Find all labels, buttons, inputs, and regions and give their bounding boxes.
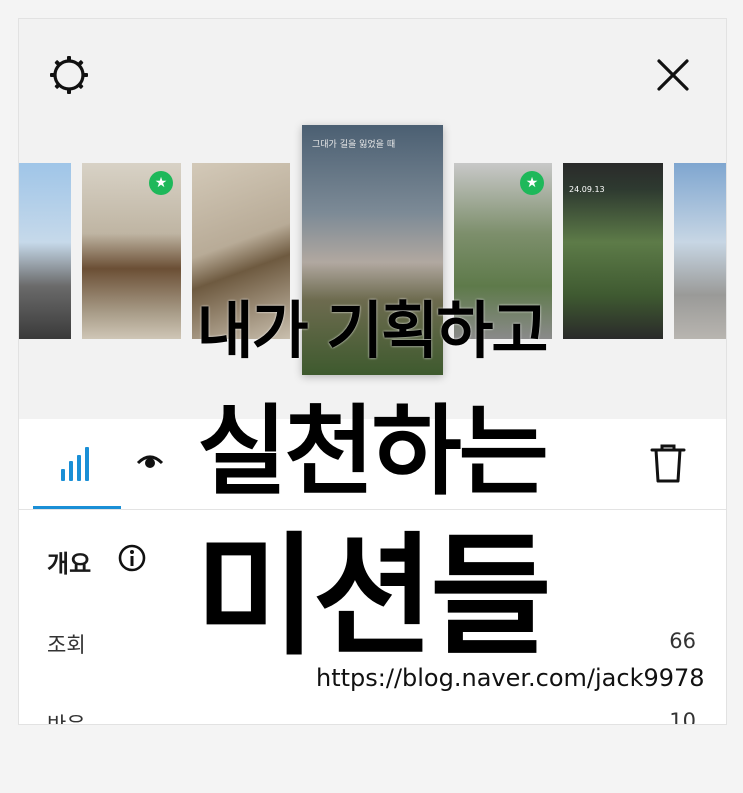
thumbnail-caption: 그대가 길을 잃었을 때 [312, 140, 396, 150]
story-thumbnail-strip[interactable]: ★ 그대가 길을 잃었을 때 ★ 24.09.13 [19, 19, 726, 419]
story-thumbnail-statue[interactable] [19, 163, 71, 339]
reactions-value: 10 [669, 709, 696, 725]
views-label: 조회 [47, 633, 86, 657]
bar-chart-icon[interactable] [57, 441, 97, 485]
overview-title: 개요 [47, 550, 92, 578]
story-thumbnail-pavilion[interactable]: 24.09.13 [563, 163, 663, 339]
insights-panel: 개요 조회 66 반응 10 [19, 419, 726, 724]
story-insights-panel: ★ 그대가 길을 잃었을 때 ★ 24.09.13 개요 조회 66 반응 10 [18, 18, 727, 725]
story-thumbnail-museum[interactable]: ★ [82, 163, 181, 339]
story-thumbnail-swords[interactable] [192, 163, 290, 339]
eye-icon[interactable] [135, 441, 165, 485]
views-value: 66 [669, 629, 696, 653]
reactions-label: 반응 [47, 713, 86, 725]
story-thumbnail-riverside[interactable] [674, 163, 726, 339]
insights-tabs [19, 419, 726, 510]
story-thumbnail-hanok[interactable]: ★ [454, 163, 552, 339]
trash-icon[interactable] [646, 441, 690, 485]
star-icon: ★ [149, 171, 173, 195]
star-icon: ★ [520, 171, 544, 195]
thumbnail-date: 24.09.13 [569, 185, 605, 194]
story-thumbnail-selected[interactable]: 그대가 길을 잃었을 때 [302, 125, 443, 375]
active-tab-indicator [33, 506, 121, 509]
info-icon[interactable] [117, 543, 147, 573]
